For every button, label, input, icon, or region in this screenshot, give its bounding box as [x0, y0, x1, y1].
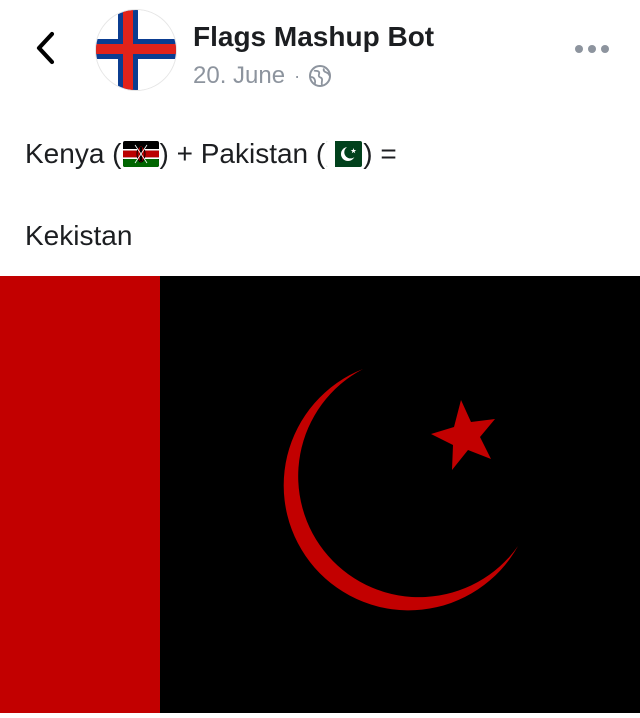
- post-image-flag[interactable]: [0, 276, 640, 713]
- post-meta: 20. June ·: [193, 61, 332, 91]
- post-text-result: Kekistan: [25, 220, 133, 251]
- kenya-flag-icon: [122, 141, 159, 167]
- flag-red-hoist-band: [0, 276, 160, 713]
- kekistan-flag-image: [0, 276, 640, 713]
- post-text-equals: ) =: [363, 138, 397, 169]
- post-text-line-1: Kenya ( ) + Pakistan ( ) =: [25, 137, 397, 171]
- chevron-left-icon: [36, 31, 55, 65]
- pakistan-flag-icon: [326, 141, 363, 167]
- back-button[interactable]: [28, 26, 64, 70]
- more-horizontal-icon: [575, 45, 609, 53]
- post-header: Flags Mashup Bot 20. June ·: [0, 0, 640, 100]
- avatar[interactable]: [96, 10, 176, 90]
- post-date[interactable]: 20. June: [193, 62, 285, 90]
- post-text-kenya: Kenya (: [25, 138, 122, 169]
- faroe-islands-flag-avatar: [96, 10, 176, 90]
- globe-icon[interactable]: [308, 64, 332, 88]
- more-options-button[interactable]: [570, 34, 614, 64]
- post-text-pakistan: ) + Pakistan (: [159, 138, 326, 169]
- page-name[interactable]: Flags Mashup Bot: [193, 20, 434, 54]
- meta-separator: ·: [294, 65, 301, 86]
